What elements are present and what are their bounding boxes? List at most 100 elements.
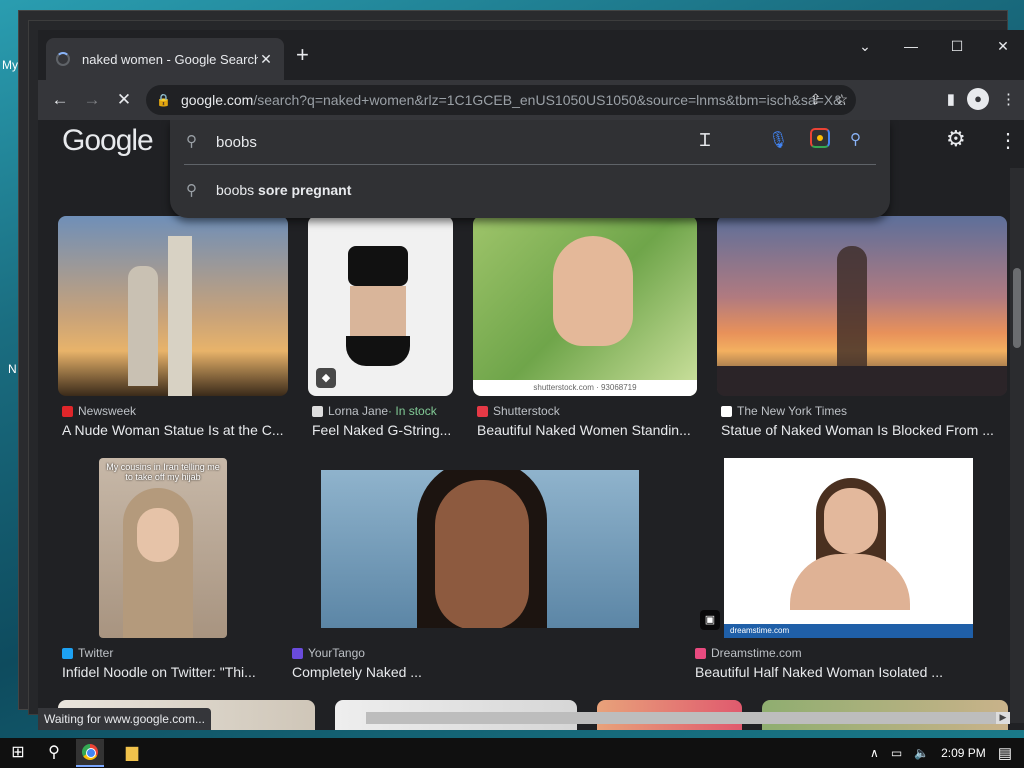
windows-start-icon[interactable]: ⊞ [0,738,36,768]
bookmark-star-icon[interactable]: ☆ [835,91,848,108]
close-tab-icon[interactable]: ✕ [258,51,274,68]
result-title-link[interactable]: Beautiful Naked Women Standin... [477,422,697,438]
result-source: Shutterstock [477,404,560,418]
face-shape [137,508,179,562]
desktop-label: N [8,362,17,376]
newsweek-favicon-icon [62,405,73,417]
shoulders-shape [790,554,910,610]
url-text: google.com/search?q=naked+women&rlz=1C1G… [181,92,846,108]
search-icon: ⚲ [186,133,197,150]
url-host: google.com [180,92,254,108]
result-title-link[interactable]: Beautiful Half Naked Woman Isolated ... [695,664,995,680]
back-arrow-icon[interactable]: ← [44,90,76,110]
vertical-scrollbar[interactable] [1010,168,1024,723]
face-shape [435,480,529,628]
result-source: Dreamstime.com [695,646,802,660]
notifications-icon[interactable]: ▤ [998,744,1012,762]
monument-shape [168,236,192,396]
google-lens-icon[interactable] [810,128,830,148]
forward-arrow-icon[interactable]: → [76,90,108,110]
nyt-favicon-icon [721,405,732,417]
file-explorer-icon[interactable]: ▆ [114,738,150,768]
tag-icon: ◆ [316,368,336,388]
apps-grid-icon[interactable]: ⋮ [998,128,1018,153]
suggestion-completion: sore pregnant [254,182,352,198]
result-image[interactable] [58,216,288,396]
new-tab-button[interactable]: + [296,44,309,66]
network-icon[interactable]: ▭ [891,746,902,760]
image-badge-icon: ▣ [700,610,720,630]
result-image[interactable] [321,470,639,628]
crowd-shape [717,366,1007,396]
result-image[interactable]: shutterstock.com · 93068719 [473,216,697,396]
search-icon[interactable]: ⚲ [36,738,72,768]
watermark: shutterstock.com · 93068719 [473,380,697,396]
torso-shape [350,286,406,336]
loading-spinner-icon [56,52,70,66]
result-source: Newsweek [62,404,136,418]
result-title-link[interactable]: A Nude Woman Statue Is at the C... [62,422,288,438]
suggestion-prefix: boobs [216,182,255,198]
scroll-right-arrow-icon[interactable]: ▶ [996,712,1010,724]
profile-avatar-icon[interactable]: ● [967,88,989,110]
google-logo[interactable]: Google [62,124,154,158]
side-panel-icon[interactable]: ▮ [947,90,955,108]
horizontal-scrollbar[interactable] [366,712,1010,724]
image-caption: My cousins in Iran telling me to take of… [106,462,220,482]
share-icon[interactable]: ⇪ [810,91,822,108]
twitter-favicon-icon [62,647,73,659]
result-image[interactable]: My cousins in Iran telling me to take of… [99,458,227,638]
garment-bottom-shape [346,336,410,366]
maximize-button[interactable]: ☐ [934,38,980,55]
suggestion-item[interactable]: ⚲ boobs sore pregnant [170,172,890,208]
show-hidden-icons-icon[interactable]: ∧ [870,746,879,760]
face-shape [553,236,633,346]
search-results-page: Newsweek A Nude Woman Statue Is at the C… [38,120,1024,730]
scroll-thumb[interactable] [1013,268,1021,348]
taskbar: ⊞ ⚲ ▆ ∧ ▭ 🔈 2:09 PM ▤ [0,738,1024,768]
result-title-link[interactable]: Infidel Noodle on Twitter: "Thi... [62,664,272,680]
search-row: ⚲ Ɪ 🎙 ⚲ [170,120,890,164]
result-title-link[interactable]: Statue of Naked Woman Is Blocked From ..… [721,422,1001,438]
settings-gear-icon[interactable]: ⚙ [946,126,966,152]
dreamstime-favicon-icon [695,647,706,659]
result-image[interactable]: ◆ [308,216,453,396]
system-tray: ∧ ▭ 🔈 2:09 PM ▤ [870,738,1024,768]
status-bar: Waiting for www.google.com... [38,708,211,730]
result-title-link[interactable]: Feel Naked G-String... [312,422,457,438]
menu-kebab-icon[interactable]: ⋮ [1001,90,1016,108]
chrome-taskbar-button[interactable] [76,739,104,767]
close-window-button[interactable]: ✕ [980,38,1024,55]
search-box-dropdown: ⚲ Ɪ 🎙 ⚲ ⚲ boobs sore pregnant [170,120,890,218]
text-cursor-icon: Ɪ [700,130,711,150]
divider [184,164,876,165]
tab-search-icon[interactable]: ⌄ [842,38,888,55]
volume-icon[interactable]: 🔈 [914,746,929,760]
statue-shape [837,246,867,376]
search-input[interactable] [216,130,676,154]
lornajane-favicon-icon [312,405,323,417]
result-image[interactable] [717,216,1007,396]
active-tab[interactable]: naked women - Google Search ✕ [46,38,284,80]
toolbar: ← → ✕ 🔒 google.com/search?q=naked+women&… [38,80,1024,120]
title-bar: naked women - Google Search ✕ + ⌄ — ☐ ✕ [38,30,1024,80]
face-shape [824,488,878,554]
chrome-icon [82,744,98,760]
result-image[interactable]: dreamstime.com [724,458,973,638]
stop-loading-icon[interactable]: ✕ [108,90,140,110]
lock-icon[interactable]: 🔒 [156,93,171,107]
search-submit-icon[interactable]: ⚲ [850,130,861,148]
address-bar[interactable]: 🔒 google.com/search?q=naked+women&rlz=1C… [146,85,856,115]
garment-top-shape [348,246,408,286]
watermark: dreamstime.com [724,624,973,638]
result-source: The New York Times [721,404,847,418]
result-source: YourTango [292,646,365,660]
result-source: Twitter [62,646,113,660]
microphone-icon[interactable]: 🎙 [768,130,788,150]
minimize-button[interactable]: — [888,38,934,54]
result-title-link[interactable]: Completely Naked ... [292,664,532,680]
yourtango-favicon-icon [292,647,303,659]
browser-window: naked women - Google Search ✕ + ⌄ — ☐ ✕ … [38,30,1024,730]
result-source: Lorna Jane · In stock [312,404,437,418]
clock[interactable]: 2:09 PM [941,746,986,760]
